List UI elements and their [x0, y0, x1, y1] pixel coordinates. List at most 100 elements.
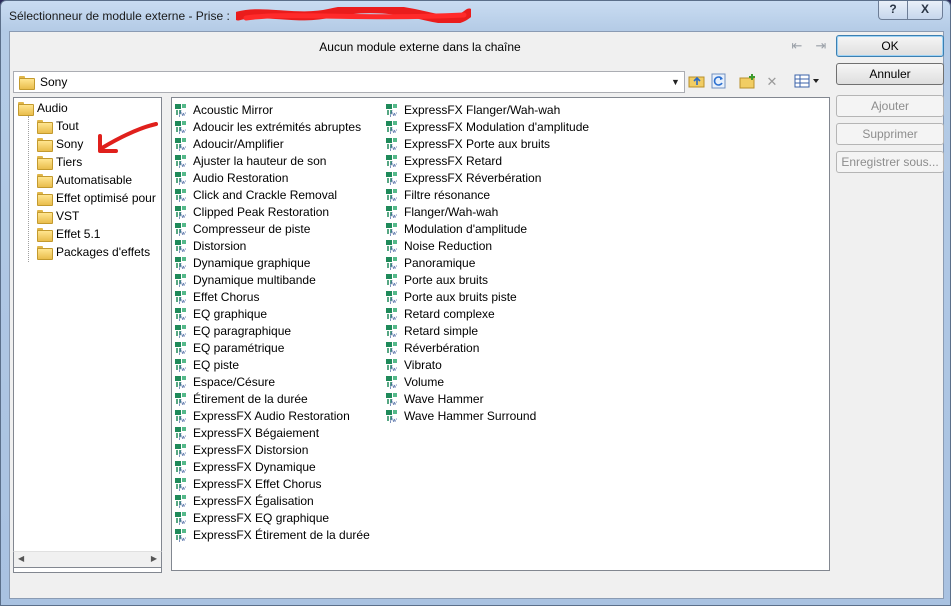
- plugin-name: Filtre résonance: [404, 187, 491, 202]
- svg-text:fw: fw: [179, 518, 186, 525]
- plugin-icon: fw: [386, 239, 397, 253]
- folder-up-icon[interactable]: [687, 73, 707, 91]
- plugin-icon: fw: [175, 256, 186, 270]
- plugin-list-item[interactable]: fw ExpressFX Modulation d'amplitude: [385, 118, 589, 135]
- plugin-name: ExpressFX Retard: [404, 153, 503, 168]
- view-options-icon[interactable]: [792, 73, 822, 91]
- tree-item-audio[interactable]: Audio: [17, 99, 68, 117]
- plugin-list-item[interactable]: fw Adoucir les extrémités abruptes: [174, 118, 370, 135]
- tree-item-tiers[interactable]: Tiers: [36, 153, 82, 171]
- close-button[interactable]: X: [907, 1, 943, 20]
- plugin-list-item[interactable]: fw Dynamique multibande: [174, 271, 370, 288]
- plugin-icon: fw: [175, 341, 186, 355]
- plugin-list-item[interactable]: fw Wave Hammer Surround: [385, 407, 589, 424]
- svg-text:fw: fw: [179, 314, 186, 321]
- plugin-list-item[interactable]: fw ExpressFX Dynamique: [174, 458, 370, 475]
- plugin-list-item[interactable]: fw Retard simple: [385, 322, 589, 339]
- plugin-name: ExpressFX Effet Chorus: [193, 476, 322, 491]
- plugin-list-item[interactable]: fw ExpressFX Réverbération: [385, 169, 589, 186]
- plugin-list-item[interactable]: fw Panoramique: [385, 254, 589, 271]
- tree-item-label: Tout: [56, 119, 79, 133]
- path-combobox[interactable]: Sony ▼: [13, 71, 685, 93]
- svg-text:fw: fw: [179, 178, 186, 185]
- plugin-list-item[interactable]: fw Audio Restoration: [174, 169, 370, 186]
- plugin-list-item[interactable]: fw Réverbération: [385, 339, 589, 356]
- svg-text:fw: fw: [179, 416, 186, 423]
- tree-item-vst[interactable]: VST: [36, 207, 79, 225]
- plugin-list-item[interactable]: fw ExpressFX Audio Restoration: [174, 407, 370, 424]
- plugin-list-item[interactable]: fw Filtre résonance: [385, 186, 589, 203]
- plugin-list-item[interactable]: fw Porte aux bruits: [385, 271, 589, 288]
- refresh-icon[interactable]: [709, 73, 729, 91]
- plugin-icon: fw: [175, 375, 186, 389]
- chain-move-left-icon[interactable]: ⇤: [788, 38, 806, 54]
- tree-horizontal-scrollbar[interactable]: ◀ ▶: [13, 551, 162, 568]
- tree-item-effet-5-1[interactable]: Effet 5.1: [36, 225, 100, 243]
- plugin-list-item[interactable]: fw Espace/Césure: [174, 373, 370, 390]
- plugin-list-item[interactable]: fw ExpressFX EQ graphique: [174, 509, 370, 526]
- plugin-list-item[interactable]: fw Modulation d'amplitude: [385, 220, 589, 237]
- annotation-arrow: [98, 122, 158, 153]
- plugin-list-item[interactable]: fw Noise Reduction: [385, 237, 589, 254]
- svg-text:fw: fw: [390, 195, 397, 202]
- plugin-list-item[interactable]: fw ExpressFX Étirement de la durée: [174, 526, 370, 543]
- ok-button[interactable]: OK: [836, 35, 944, 57]
- plugin-list-item[interactable]: fw ExpressFX Porte aux bruits: [385, 135, 589, 152]
- plugin-list-item[interactable]: fw ExpressFX Retard: [385, 152, 589, 169]
- plugin-name: Panoramique: [404, 255, 476, 270]
- plugin-icon: fw: [175, 205, 186, 219]
- plugin-list-item[interactable]: fw Acoustic Mirror: [174, 101, 370, 118]
- plugin-list-item[interactable]: fw EQ graphique: [174, 305, 370, 322]
- plugin-list-item[interactable]: fw ExpressFX Égalisation: [174, 492, 370, 509]
- help-button[interactable]: ?: [878, 1, 908, 20]
- plugin-list-item[interactable]: fw EQ piste: [174, 356, 370, 373]
- chevron-down-icon[interactable]: ▼: [667, 72, 684, 92]
- plugin-list-item[interactable]: fw ExpressFX Bégaiement: [174, 424, 370, 441]
- plugin-list-item[interactable]: fw Dynamique graphique: [174, 254, 370, 271]
- plugin-list-item[interactable]: fw Volume: [385, 373, 589, 390]
- tree-item-automatisable[interactable]: Automatisable: [36, 171, 132, 189]
- folder-icon: [36, 173, 53, 188]
- plugin-list-item[interactable]: fw ExpressFX Effet Chorus: [174, 475, 370, 492]
- tree-item-tout[interactable]: Tout: [36, 117, 79, 135]
- plugin-icon: fw: [175, 358, 186, 372]
- plugin-list-item[interactable]: fw Effet Chorus: [174, 288, 370, 305]
- scroll-right-icon[interactable]: ▶: [151, 554, 157, 563]
- plugin-list-item[interactable]: fw Clipped Peak Restoration: [174, 203, 370, 220]
- delete-icon[interactable]: ✕: [762, 73, 782, 91]
- plugin-list-item[interactable]: fw Retard complexe: [385, 305, 589, 322]
- plugin-list-item[interactable]: fw Wave Hammer: [385, 390, 589, 407]
- plugin-list-item[interactable]: fw Ajuster la hauteur de son: [174, 152, 370, 169]
- plugin-list-item[interactable]: fw Click and Crackle Removal: [174, 186, 370, 203]
- plugin-list-item[interactable]: fw EQ paragraphique: [174, 322, 370, 339]
- tree-item-effet-optimise[interactable]: Effet optimisé pour: [36, 189, 156, 207]
- cancel-button[interactable]: Annuler: [836, 63, 944, 85]
- plugin-list-item[interactable]: fw Flanger/Wah-wah: [385, 203, 589, 220]
- tree-item-label: Automatisable: [56, 173, 133, 187]
- plugin-list-item[interactable]: fw Étirement de la durée: [174, 390, 370, 407]
- save-as-button[interactable]: Enregistrer sous...: [836, 151, 944, 173]
- plugin-list[interactable]: fw Acoustic Mirror fw Adoucir les extrémité…: [171, 97, 830, 571]
- plugin-list-item[interactable]: fw EQ paramétrique: [174, 339, 370, 356]
- remove-button[interactable]: Supprimer: [836, 123, 944, 145]
- plugin-list-item[interactable]: fw Compresseur de piste: [174, 220, 370, 237]
- plugin-list-item[interactable]: fw Vibrato: [385, 356, 589, 373]
- tree-item-packages[interactable]: Packages d'effets: [36, 243, 150, 261]
- plugin-name: Acoustic Mirror: [193, 102, 274, 117]
- plugin-list-item[interactable]: fw ExpressFX Distorsion: [174, 441, 370, 458]
- plugin-name: Étirement de la durée: [193, 391, 308, 406]
- category-tree[interactable]: Audio Tout Sony Tiers Automatisable Effe…: [13, 97, 162, 573]
- plugin-icon: fw: [386, 222, 397, 236]
- plugin-list-item[interactable]: fw Adoucir/Amplifier: [174, 135, 370, 152]
- plugin-list-item[interactable]: fw Porte aux bruits piste: [385, 288, 589, 305]
- add-button[interactable]: Ajouter: [836, 95, 944, 117]
- svg-text:fw: fw: [390, 297, 397, 304]
- scroll-left-icon[interactable]: ◀: [18, 554, 24, 563]
- new-folder-icon[interactable]: [738, 73, 758, 91]
- plugin-list-item[interactable]: fw ExpressFX Flanger/Wah-wah: [385, 101, 589, 118]
- plugin-list-item[interactable]: fw Distorsion: [174, 237, 370, 254]
- title-bar[interactable]: Sélectionneur de module externe - Prise …: [1, 1, 950, 31]
- chain-move-right-icon[interactable]: ⇥: [812, 38, 830, 54]
- tree-item-sony[interactable]: Sony: [36, 135, 83, 153]
- tree-guide-line: [28, 116, 29, 262]
